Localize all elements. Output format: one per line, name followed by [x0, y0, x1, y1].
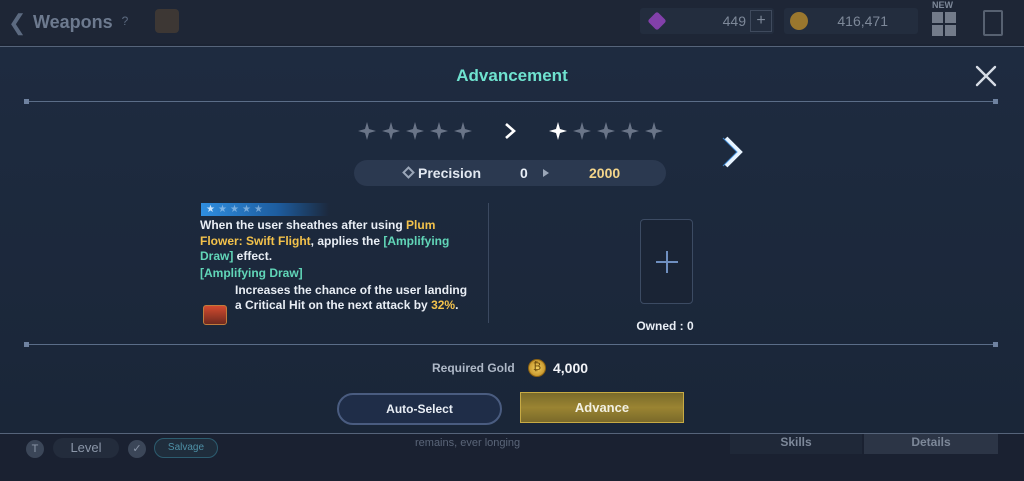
- effect-label: [Amplifying Draw]: [200, 266, 303, 280]
- advance-button[interactable]: Advance: [520, 392, 684, 423]
- star-empty-icon: [430, 122, 448, 140]
- star-empty-icon: [573, 122, 591, 140]
- arrow-right-icon: [543, 169, 549, 177]
- stat-name: Precision: [418, 165, 482, 181]
- material-slot[interactable]: [640, 219, 693, 304]
- star-filled-icon: [549, 122, 567, 140]
- skill-description: When the user sheathes after using Plum …: [200, 218, 450, 263]
- star-empty-icon: [358, 122, 376, 140]
- grade-banner: ★ ★ ★ ★ ★: [201, 203, 329, 216]
- tab-skills[interactable]: Skills: [730, 434, 862, 454]
- effect-value: 32%: [431, 297, 456, 312]
- effect-icon: [203, 305, 227, 325]
- crystal-currency: 449 +: [640, 8, 774, 34]
- next-arrow-icon[interactable]: [720, 135, 746, 169]
- gold-coin-icon: [528, 359, 546, 377]
- grid-menu-icon[interactable]: [932, 12, 956, 36]
- advancement-modal: Advancement Precision 0 2000 ★ ★ ★ ★ ★ W…: [0, 46, 1024, 434]
- divider-top: [24, 99, 998, 104]
- add-crystal-button[interactable]: +: [750, 10, 772, 32]
- stat-new-value: 2000: [589, 165, 621, 181]
- grade-star-icon: ★: [206, 204, 216, 215]
- star-empty-icon: [406, 122, 424, 140]
- chevron-right-icon: [505, 123, 516, 139]
- required-gold-value: 4,000: [553, 360, 589, 376]
- stars-current: [357, 121, 473, 143]
- close-icon[interactable]: [974, 64, 998, 88]
- vertical-divider: [488, 203, 489, 323]
- crystal-count: 449: [722, 13, 746, 29]
- required-gold-label: Required Gold: [432, 361, 515, 375]
- gold-currency: 416,471: [784, 8, 918, 34]
- effect-description: Increases the chance of the user landing…: [235, 283, 468, 312]
- check-circle-icon[interactable]: ✓: [128, 440, 146, 458]
- level-filter-icon[interactable]: T: [26, 440, 44, 458]
- crystal-icon: [647, 11, 667, 31]
- new-badge: NEW: [932, 0, 953, 10]
- back-arrow-icon[interactable]: ❮: [8, 10, 26, 36]
- help-icon[interactable]: ?: [118, 14, 132, 28]
- gift-box-icon[interactable]: [155, 9, 179, 33]
- tab-details[interactable]: Details: [864, 434, 998, 454]
- modal-title: Advancement: [456, 66, 568, 85]
- level-filter-button[interactable]: Level: [53, 438, 119, 458]
- star-empty-icon: [621, 122, 639, 140]
- divider-bottom: [24, 342, 998, 347]
- page-title: Weapons: [33, 12, 113, 32]
- star-empty-icon: [597, 122, 615, 140]
- footer-quote: remains, ever longing: [415, 437, 521, 449]
- star-empty-icon: [454, 122, 472, 140]
- stat-old-value: 0: [520, 165, 528, 181]
- star-empty-icon: [645, 122, 663, 140]
- precision-icon: [402, 166, 415, 179]
- gold-coin-icon: [790, 12, 808, 30]
- star-empty-icon: [382, 122, 400, 140]
- owned-count: Owned : 0: [636, 319, 694, 333]
- plus-icon: [656, 251, 678, 273]
- exit-door-icon[interactable]: [983, 10, 1003, 36]
- stat-change-bar: Precision 0 2000: [354, 160, 666, 186]
- auto-select-button[interactable]: Auto-Select: [337, 393, 502, 425]
- salvage-button[interactable]: Salvage: [154, 438, 218, 458]
- gold-count: 416,471: [837, 13, 888, 29]
- stars-next: [548, 121, 664, 143]
